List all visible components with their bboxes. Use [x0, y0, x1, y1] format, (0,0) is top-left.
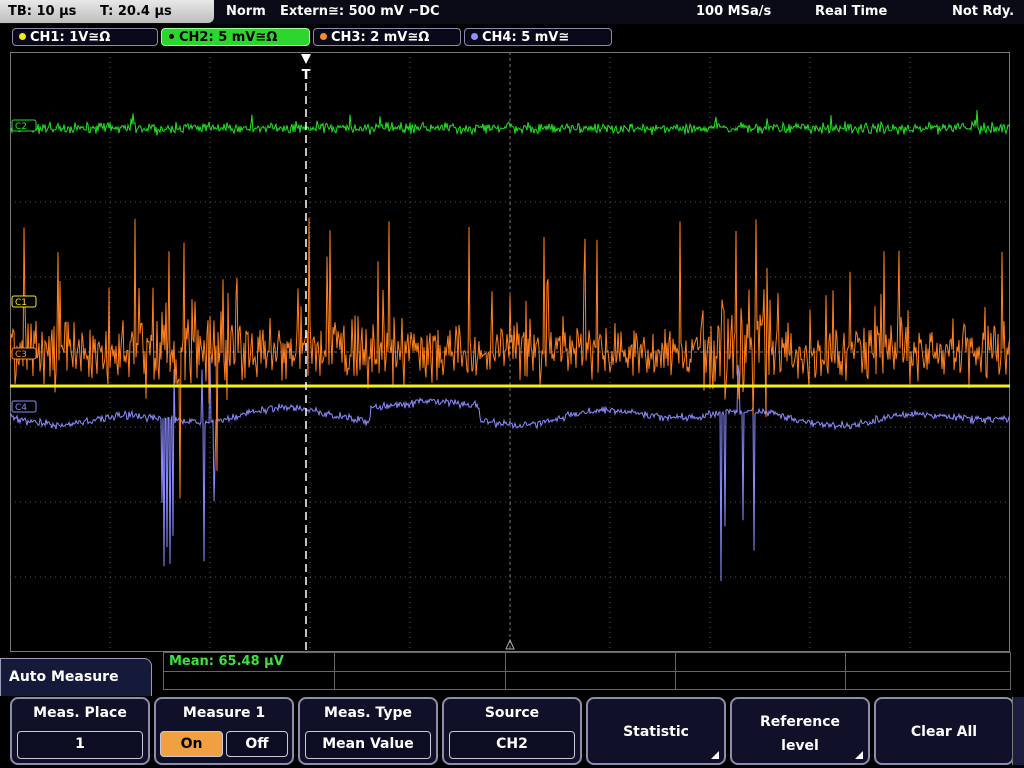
sample-rate: 100 MSa/s: [696, 4, 772, 19]
clear-all-softkey[interactable]: Clear All: [874, 697, 1014, 765]
ch4-dot-icon: [471, 33, 478, 40]
menu-scroll-tab[interactable]: [1012, 697, 1024, 765]
source-value[interactable]: CH2: [449, 731, 575, 759]
acquisition-mode: Real Time: [815, 4, 888, 19]
softkey-label: Measure 1: [182, 705, 266, 721]
meas-place-value[interactable]: 1: [17, 731, 143, 759]
channel-tab-ch4[interactable]: CH4: 5 mV≅: [464, 28, 612, 46]
reference-level-softkey[interactable]: Reference level: [730, 697, 870, 765]
meas-type-value[interactable]: Mean Value: [305, 731, 431, 759]
divider: [334, 653, 335, 690]
softkey-label: Source: [484, 705, 540, 721]
svg-text:C4: C4: [15, 403, 27, 413]
source-softkey[interactable]: Source CH2: [442, 697, 582, 765]
softkey-label: Reference: [759, 714, 841, 730]
submenu-icon: [855, 751, 863, 759]
svg-text:C2: C2: [15, 122, 27, 132]
timebase-readout: TB: 10 µs: [8, 4, 77, 19]
divider: [845, 653, 846, 690]
measure-on-toggle[interactable]: On: [160, 731, 223, 757]
ch1-marker[interactable]: C1: [11, 295, 37, 308]
measure-softkey[interactable]: Measure 1 On Off: [154, 697, 294, 765]
trigger-source[interactable]: Extern≅: 500 mV ⌐DC: [280, 0, 440, 23]
ch3-marker[interactable]: C3: [11, 347, 37, 360]
channel-tab-ch1[interactable]: CH1: 1V≅Ω: [12, 28, 158, 46]
divider: [675, 653, 676, 690]
measurement-readout: Mean: 65.48 µV: [169, 654, 284, 669]
menu-title: Auto Measure: [0, 658, 152, 696]
softkey-label: Statistic: [623, 724, 689, 740]
waveform-display[interactable]: T C2 C1 C3 C4: [10, 52, 1010, 652]
statistic-softkey[interactable]: Statistic: [586, 697, 726, 765]
meas-type-softkey[interactable]: Meas. Type Mean Value: [298, 697, 438, 765]
svg-text:C3: C3: [15, 350, 27, 360]
softkey-label: level: [781, 738, 819, 754]
status-bar: TB: 10 µs T: 20.4 µs Norm Extern≅: 500 m…: [0, 0, 1024, 24]
ch3-dot-icon: [320, 33, 327, 40]
softkey-label: Clear All: [910, 724, 978, 740]
channel-tab-ch2[interactable]: CH2: 5 mV≅Ω: [161, 28, 310, 46]
softkey-label: Meas. Type: [324, 705, 412, 721]
measure-off-toggle[interactable]: Off: [226, 731, 288, 757]
softkey-label: Meas. Place: [33, 705, 127, 721]
submenu-icon: [711, 751, 719, 759]
divider: [505, 653, 506, 690]
measurement-panel: Mean: 65.48 µV: [163, 652, 1011, 690]
channel-tab-ch3[interactable]: CH3: 2 mV≅Ω: [313, 28, 461, 46]
svg-text:C1: C1: [15, 298, 27, 308]
ch1-dot-icon: [19, 33, 26, 40]
ch2-dot-icon: [168, 33, 175, 40]
trigger-marker-label: T: [302, 68, 311, 83]
trigger-time-readout: T: 20.4 µs: [100, 4, 172, 19]
trigger-mode[interactable]: Norm: [226, 0, 266, 23]
ch2-marker[interactable]: C2: [11, 119, 37, 132]
divider: [164, 671, 1010, 672]
trigger-status: Not Rdy.: [952, 4, 1015, 19]
meas-place-softkey[interactable]: Meas. Place 1: [10, 697, 150, 765]
ch4-marker[interactable]: C4: [11, 400, 37, 413]
timebase-box[interactable]: TB: 10 µs T: 20.4 µs: [0, 0, 214, 23]
